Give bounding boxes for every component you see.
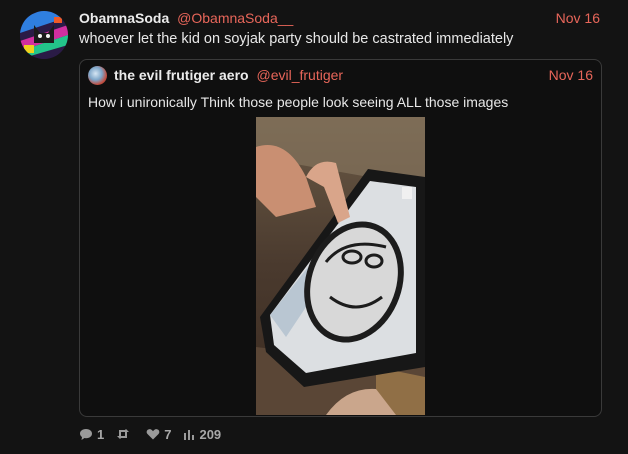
repost-icon [117,429,130,439]
post-header: ObamnaSoda @ObamnaSoda__ Nov 16 [79,10,600,30]
quoted-post-text: How i unironically Think those people lo… [88,94,509,110]
heart-icon [146,429,160,440]
quoted-media-video[interactable] [256,117,425,415]
quoted-author-handle[interactable]: @evil_frutiger [256,67,343,83]
comment-icon [80,428,92,440]
post-text: whoever let the kid on soyjak party shou… [79,31,514,47]
quoted-post[interactable]: the evil frutiger aero @evil_frutiger No… [79,59,602,417]
like-button[interactable]: 7 [146,427,171,442]
views-bar-chart-icon [184,430,195,440]
reply-button[interactable]: 1 [79,427,104,442]
quoted-author-name[interactable]: the evil frutiger aero [114,67,249,83]
reply-count: 1 [97,426,105,442]
repost-button[interactable] [116,428,134,440]
views-button[interactable]: 209 [183,427,221,442]
post: ObamnaSoda @ObamnaSoda__ Nov 16 whoever … [0,0,628,454]
view-count: 209 [199,426,222,442]
author-avatar[interactable] [20,11,68,59]
quoted-post-header: the evil frutiger aero @evil_frutiger No… [114,67,593,83]
author-handle[interactable]: @ObamnaSoda__ [177,10,293,26]
author-name[interactable]: ObamnaSoda [79,10,169,26]
post-stats: 1 7 209 [79,426,233,442]
post-date[interactable]: Nov 16 [556,10,600,26]
quoted-post-date[interactable]: Nov 16 [549,67,593,83]
like-count: 7 [164,426,172,442]
quoted-author-avatar[interactable] [88,66,107,85]
